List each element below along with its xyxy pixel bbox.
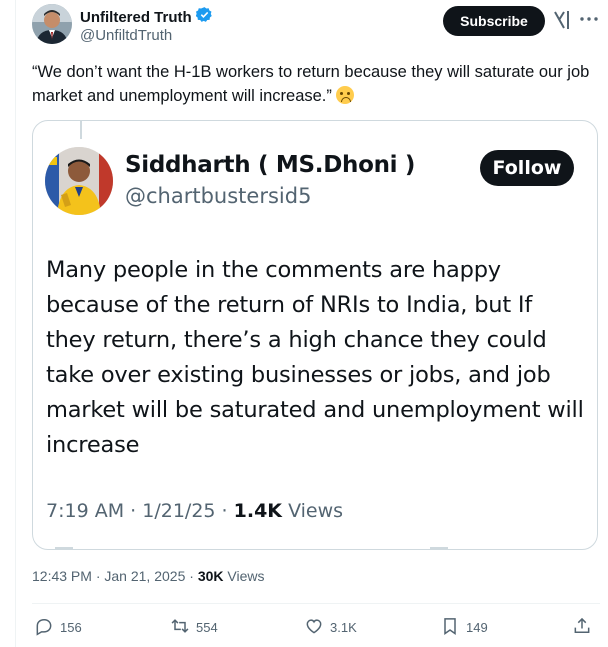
views-label: Views [227, 568, 265, 584]
views-count: 30K [197, 568, 224, 584]
post-text-content: “We don’t want the H-1B workers to retur… [32, 63, 590, 105]
cropped-action-row [33, 547, 597, 549]
meta-separator: · [95, 568, 101, 584]
column-border [15, 0, 16, 647]
share-button[interactable] [572, 612, 592, 642]
quoted-post-text: Many people in the comments are happy be… [46, 257, 584, 458]
like-count: 3.1K [330, 619, 357, 635]
reply-icon [34, 616, 54, 639]
share-icon [572, 616, 592, 639]
meta-separator: · [221, 500, 228, 522]
follow-button[interactable]: Follow [480, 150, 574, 186]
like-button[interactable]: 3.1K [304, 612, 357, 642]
verified-badge-icon [195, 6, 213, 28]
meta-separator: · [130, 500, 137, 522]
bookmark-icon [440, 616, 460, 639]
quoted-author-avatar[interactable] [45, 147, 113, 215]
thread-line [80, 121, 82, 139]
reply-button[interactable]: 156 [34, 612, 82, 642]
quoted-post-time[interactable]: 7:19 AM [46, 500, 124, 522]
author-handle[interactable]: @UnfiltdTruth [80, 27, 172, 44]
bookmark-count: 149 [466, 619, 488, 635]
repost-icon [170, 616, 190, 639]
repost-button[interactable]: 554 [170, 612, 218, 642]
post-date[interactable]: Jan 21, 2025 [104, 568, 185, 584]
reply-count: 156 [60, 619, 82, 635]
subscribe-button[interactable]: Subscribe [443, 6, 545, 36]
bookmark-button[interactable]: 149 [440, 612, 488, 642]
repost-count: 554 [196, 619, 218, 635]
divider [32, 603, 600, 604]
quoted-views-label: Views [288, 500, 344, 522]
quoted-post-meta: 7:19 AM · 1/21/25 · 1.4K Views [46, 500, 343, 522]
quoted-author-name[interactable]: Siddharth ( MS.Dhoni ) [125, 152, 415, 178]
quoted-author-handle[interactable]: @chartbustersid5 [125, 184, 311, 208]
action-bar: 156 554 3.1K 149 [32, 612, 600, 642]
post-text: “We don’t want the H-1B workers to retur… [32, 60, 592, 108]
like-icon [304, 616, 324, 639]
post-meta: 12:43 PM · Jan 21, 2025 · 30K Views [32, 568, 264, 584]
crying-emoji-icon [335, 86, 354, 104]
meta-separator: · [189, 568, 194, 584]
author-name[interactable]: Unfiltered Truth [80, 9, 192, 26]
more-icon[interactable] [578, 8, 600, 30]
quoted-views-count: 1.4K [233, 500, 283, 522]
author-avatar[interactable] [32, 4, 72, 44]
grok-icon[interactable] [552, 9, 572, 31]
post-time[interactable]: 12:43 PM [32, 568, 92, 584]
quoted-post-card[interactable]: Siddharth ( MS.Dhoni ) @chartbustersid5 … [32, 120, 598, 550]
quoted-post-date[interactable]: 1/21/25 [142, 500, 215, 522]
